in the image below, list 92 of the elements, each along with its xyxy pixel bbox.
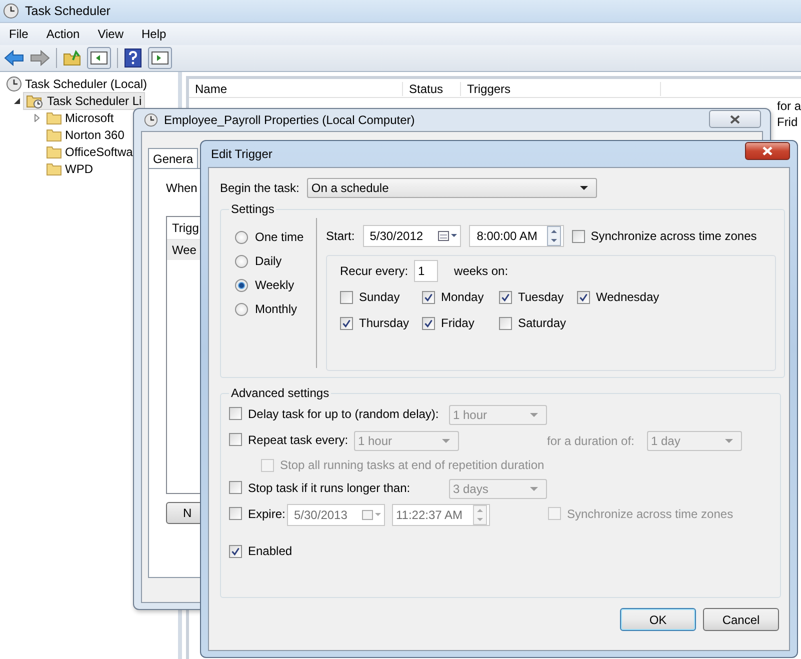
- input-field[interactable]: 1: [414, 260, 438, 282]
- checkbox-label: Saturday: [518, 316, 566, 330]
- time-field[interactable]: 8:00:00 AM: [468, 225, 564, 247]
- table-cell: for a: [776, 99, 801, 113]
- collapsed-arrow-icon[interactable]: [33, 114, 41, 122]
- panel-toggle-icon[interactable]: [87, 47, 111, 69]
- dialog-title: Edit Trigger: [211, 147, 272, 161]
- checkbox-label: Repeat task every:: [248, 432, 348, 447]
- spin-buttons-icon[interactable]: [546, 226, 561, 246]
- clock-icon: [6, 76, 22, 92]
- column-header[interactable]: Status: [402, 82, 461, 96]
- table-cell: Frid: [776, 115, 798, 129]
- clock-icon: [144, 113, 158, 127]
- field-label: Begin the task:: [220, 181, 300, 195]
- checkbox-label: Synchronize across time zones: [590, 229, 757, 243]
- field-label: weeks on:: [454, 264, 508, 278]
- column-header[interactable]: Triggers: [460, 82, 661, 96]
- checkbox[interactable]: [499, 316, 512, 330]
- dropdown-arrow-icon: [580, 186, 588, 190]
- checkbox[interactable]: [422, 290, 435, 304]
- checkbox[interactable]: [572, 230, 585, 242]
- forward-arrow-icon[interactable]: [30, 50, 50, 66]
- radio-button[interactable]: [235, 302, 248, 316]
- field-label: for a duration of:: [547, 434, 636, 448]
- field-label: Start:: [326, 229, 355, 243]
- checkbox[interactable]: [340, 290, 353, 304]
- close-icon: [762, 146, 773, 156]
- menu-item[interactable]: Help: [132, 27, 176, 41]
- field-label: When: [166, 181, 198, 195]
- close-button[interactable]: [745, 142, 790, 160]
- folder-icon: [46, 144, 62, 158]
- checkbox-label: Enabled: [248, 544, 292, 558]
- checkbox[interactable]: [340, 316, 353, 330]
- help-icon[interactable]: [124, 48, 142, 68]
- dropdown-arrow-icon: [530, 487, 538, 491]
- radio-button[interactable]: [235, 230, 248, 244]
- window-title: Task Scheduler: [25, 4, 110, 18]
- checkbox-label: Stop task if it runs longer than:: [248, 480, 410, 495]
- dropdown-arrow-icon: [530, 413, 538, 417]
- tree-item[interactable]: OfficeSoftwa: [65, 144, 133, 158]
- dialog-title: Employee_Payroll Properties (Local Computer): [164, 113, 415, 127]
- checkbox-label: Synchronize across time zones: [567, 506, 734, 521]
- checkbox-label: Tuesday: [518, 290, 564, 304]
- menu-item[interactable]: Action: [37, 27, 89, 41]
- ok-button[interactable]: OK: [620, 608, 696, 631]
- panel-toggle-icon[interactable]: [148, 47, 172, 69]
- column-header[interactable]: Name: [188, 82, 403, 96]
- close-button[interactable]: [709, 110, 761, 128]
- tree-item[interactable]: Task Scheduler (Local): [25, 76, 148, 90]
- checkbox[interactable]: [499, 290, 512, 304]
- group-title: Settings: [230, 202, 276, 216]
- radio-label: One time: [255, 230, 304, 244]
- tree-item[interactable]: Norton 360: [65, 128, 124, 142]
- checkbox-label: Stop all running tasks at end of repetition duration: [280, 458, 544, 472]
- folder-up-icon[interactable]: [63, 50, 81, 66]
- menu-item[interactable]: View: [88, 27, 132, 41]
- menu-item[interactable]: File: [0, 27, 38, 41]
- expanded-arrow-icon[interactable]: [13, 96, 21, 104]
- checkbox[interactable]: [422, 316, 435, 330]
- checkbox[interactable]: [577, 290, 590, 304]
- begin-task-dropdown[interactable]: On a schedule: [307, 178, 598, 198]
- checkbox-label: Thursday: [359, 316, 410, 330]
- table-cell[interactable]: Wee: [172, 243, 196, 257]
- checkbox-label: Monday: [441, 290, 484, 304]
- checkbox-label: Sunday: [359, 290, 400, 304]
- clock-icon: [3, 3, 19, 19]
- group-title: Advanced settings: [230, 386, 330, 400]
- checkbox-label: Wednesday: [596, 290, 660, 304]
- radio-label: Monthly: [255, 302, 298, 316]
- field-label: Recur every:: [340, 264, 408, 278]
- radio-label: Weekly: [255, 278, 294, 292]
- calendar-icon: [362, 509, 382, 521]
- tree-item[interactable]: WPD: [65, 162, 93, 176]
- date-picker[interactable]: 5/30/2012: [362, 225, 461, 247]
- back-arrow-icon[interactable]: [4, 50, 24, 66]
- cancel-button[interactable]: Cancel: [703, 608, 779, 631]
- tree-item[interactable]: Microsoft: [65, 110, 114, 124]
- folder-icon: [46, 162, 62, 176]
- close-icon: [730, 114, 740, 124]
- radio-button[interactable]: [235, 254, 248, 268]
- folder-icon: [46, 128, 62, 142]
- tab[interactable]: Genera: [148, 148, 198, 168]
- dropdown-arrow-icon: [442, 439, 450, 443]
- radio-label: Daily: [255, 254, 282, 268]
- dropdown-arrow-icon: [725, 439, 733, 443]
- calendar-icon: [438, 230, 458, 242]
- checkbox-label: Friday: [441, 316, 474, 330]
- radio-button[interactable]: [235, 278, 248, 292]
- checkbox[interactable]: [229, 544, 242, 558]
- column-header[interactable]: Trigg: [172, 221, 199, 235]
- checkbox-label: Expire:: [248, 506, 286, 521]
- checkbox-label: Delay task for up to (random delay):: [248, 406, 439, 421]
